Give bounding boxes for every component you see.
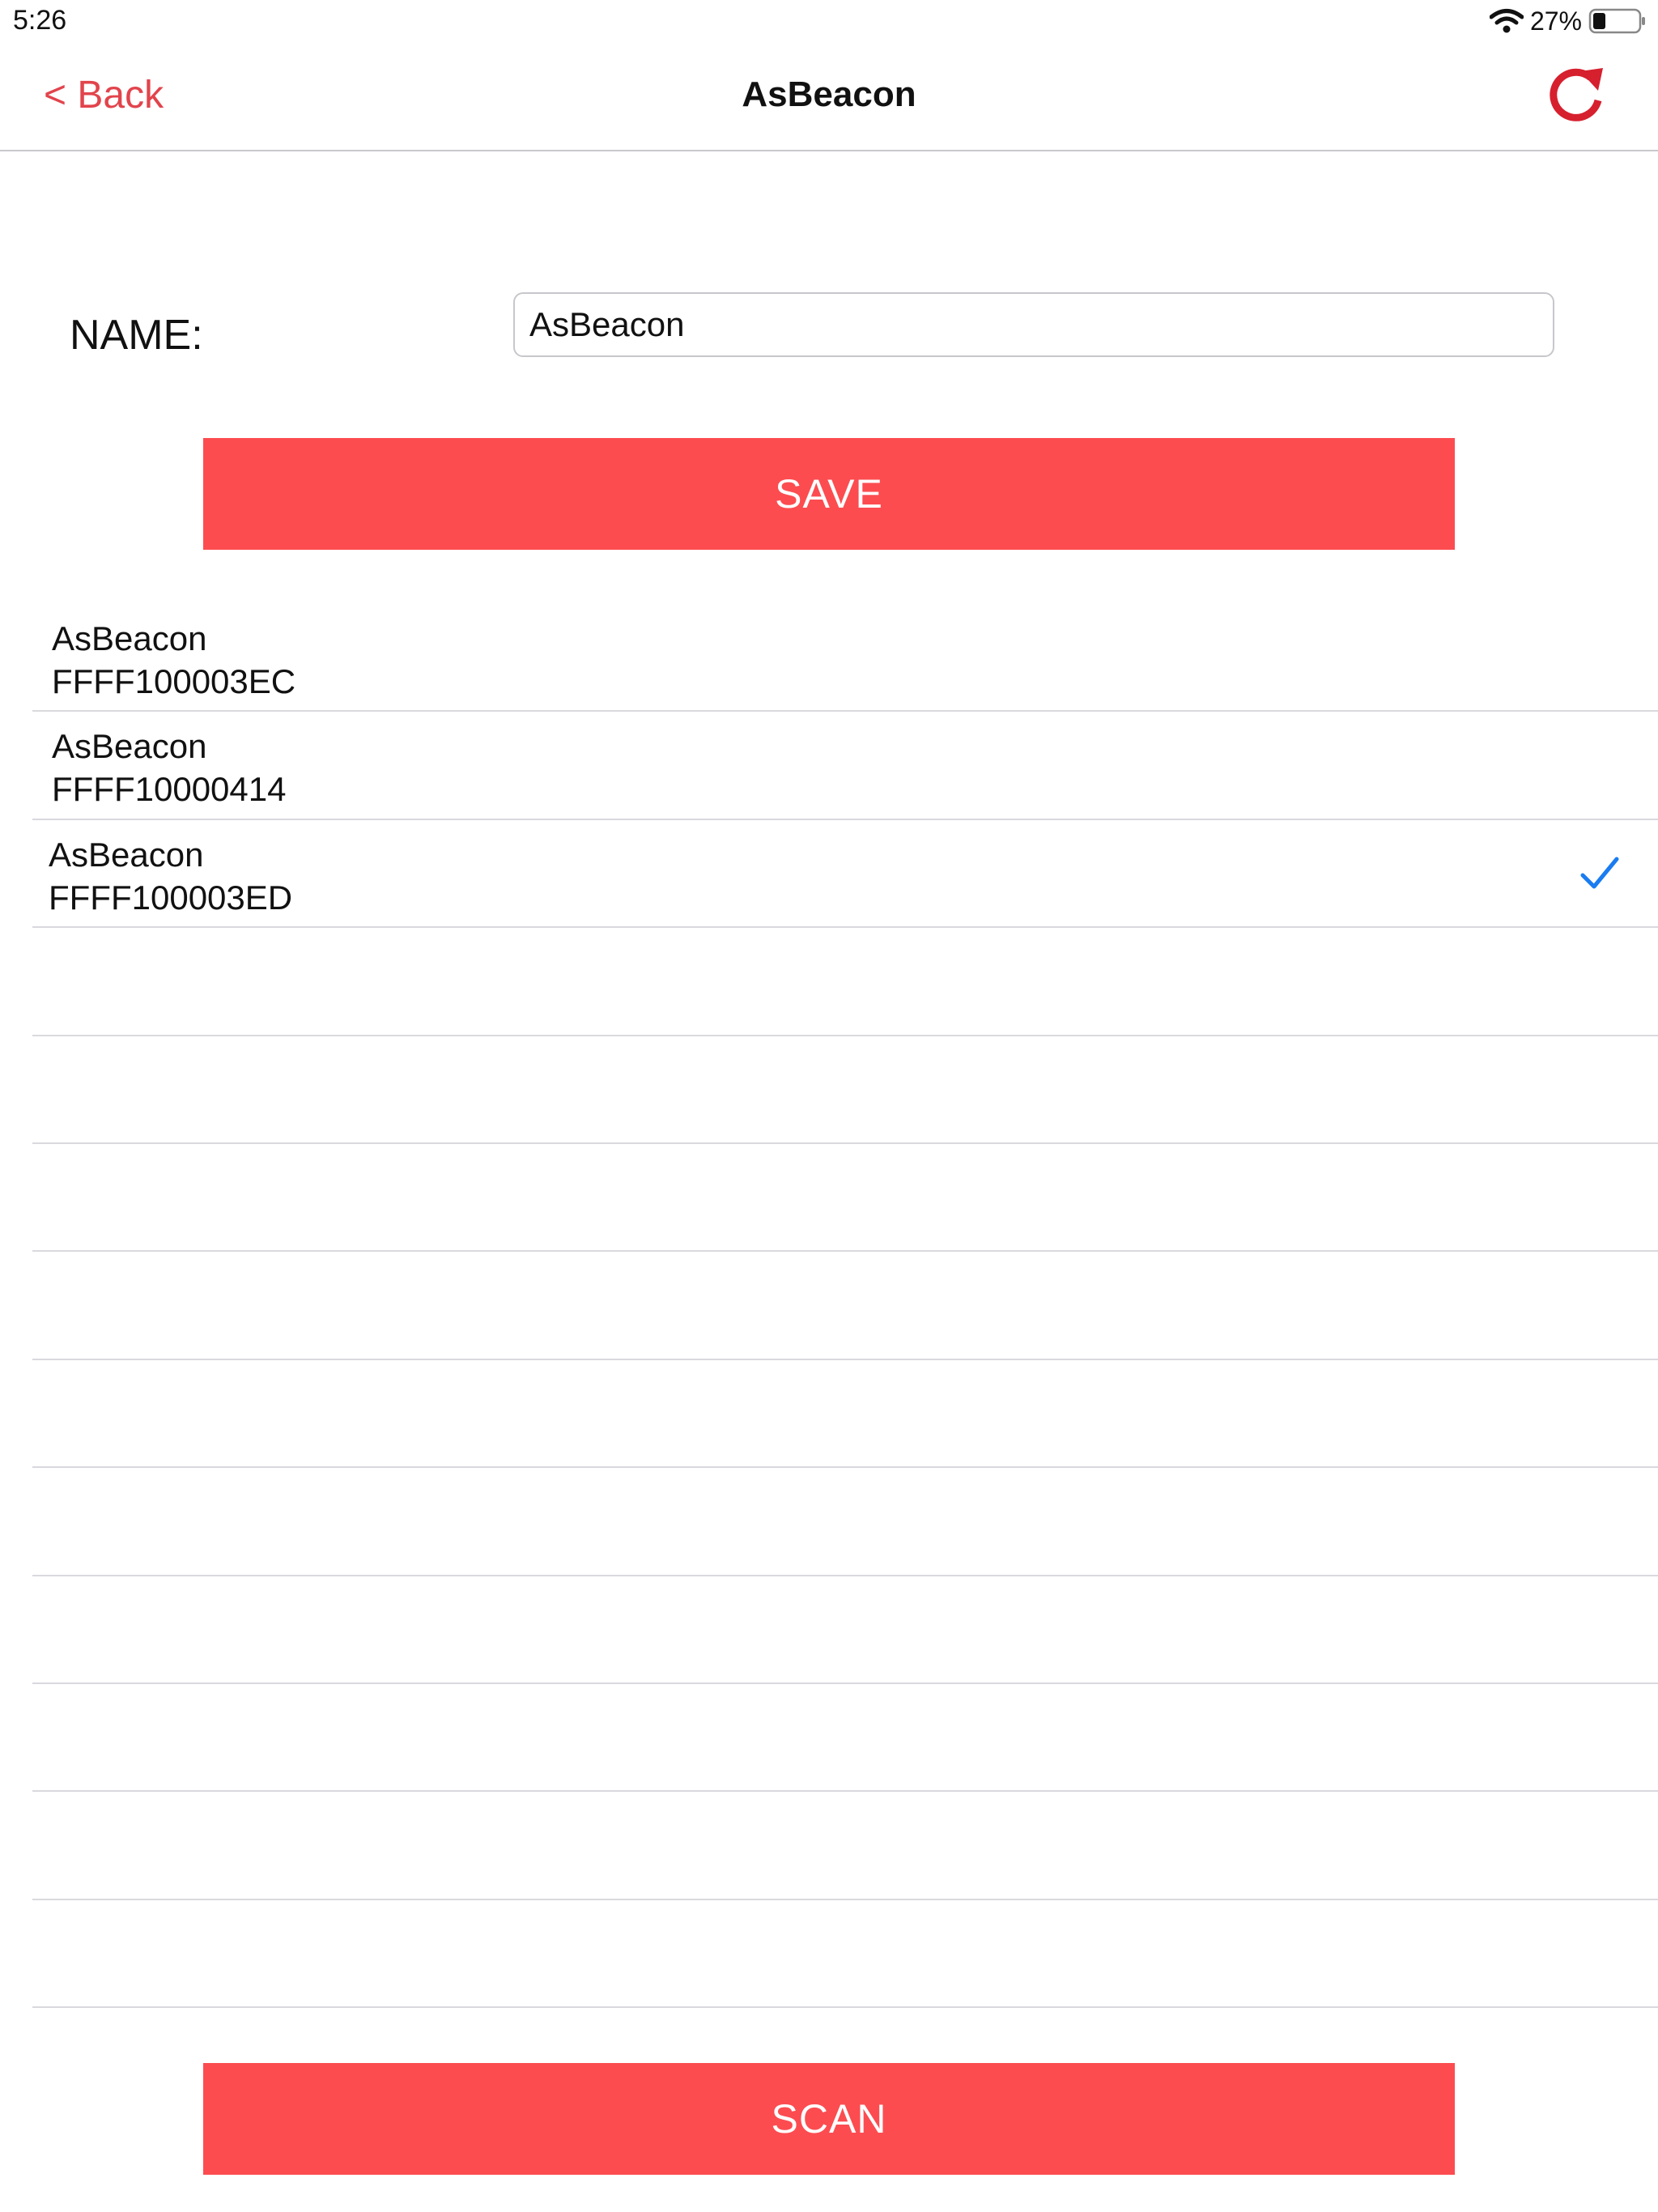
scan-button[interactable]: SCAN (203, 2063, 1455, 2175)
empty-row (32, 1684, 1658, 1793)
battery-percent: 27% (1529, 6, 1582, 36)
battery-icon (1588, 8, 1645, 34)
empty-row (32, 1252, 1658, 1360)
name-input[interactable] (513, 292, 1554, 357)
status-icons: 27% (1489, 5, 1647, 37)
empty-row (32, 1576, 1658, 1684)
empty-row (32, 1468, 1658, 1576)
page-title: AsBeacon (742, 74, 916, 114)
list-item[interactable]: AsBeacon FFFF100003EC (32, 604, 1658, 713)
empty-row (32, 928, 1658, 1036)
empty-row (32, 1360, 1658, 1469)
save-button[interactable]: SAVE (203, 438, 1455, 550)
list-item-text: AsBeacon FFFF100003EC (52, 617, 295, 703)
checkmark-icon (1580, 857, 1619, 889)
device-name: AsBeacon (52, 619, 207, 657)
empty-row (32, 1144, 1658, 1253)
device-id: FFFF10000414 (52, 770, 287, 809)
device-id: FFFF100003EC (52, 662, 296, 700)
list-item[interactable]: AsBeacon FFFF10000414 (32, 712, 1658, 820)
device-name: AsBeacon (52, 727, 207, 766)
device-list: AsBeacon FFFF100003EC AsBeacon FFFF10000… (32, 604, 1658, 2009)
empty-row (32, 1792, 1658, 1900)
name-label: NAME: (70, 312, 203, 359)
list-item-selected[interactable]: AsBeacon FFFF100003ED (32, 820, 1658, 929)
navigation-bar: < Back AsBeacon (0, 42, 1658, 151)
list-item-text: AsBeacon FFFF100003ED (49, 833, 292, 919)
empty-row (32, 1036, 1658, 1144)
device-name: AsBeacon (49, 835, 204, 874)
refresh-icon[interactable] (1545, 63, 1609, 128)
status-time: 5:26 (13, 5, 67, 36)
status-bar: 5:26 27% (0, 0, 1658, 42)
device-id: FFFF100003ED (49, 878, 293, 917)
empty-row (32, 1900, 1658, 2009)
list-item-text: AsBeacon FFFF10000414 (52, 725, 287, 810)
wifi-icon (1489, 9, 1524, 33)
